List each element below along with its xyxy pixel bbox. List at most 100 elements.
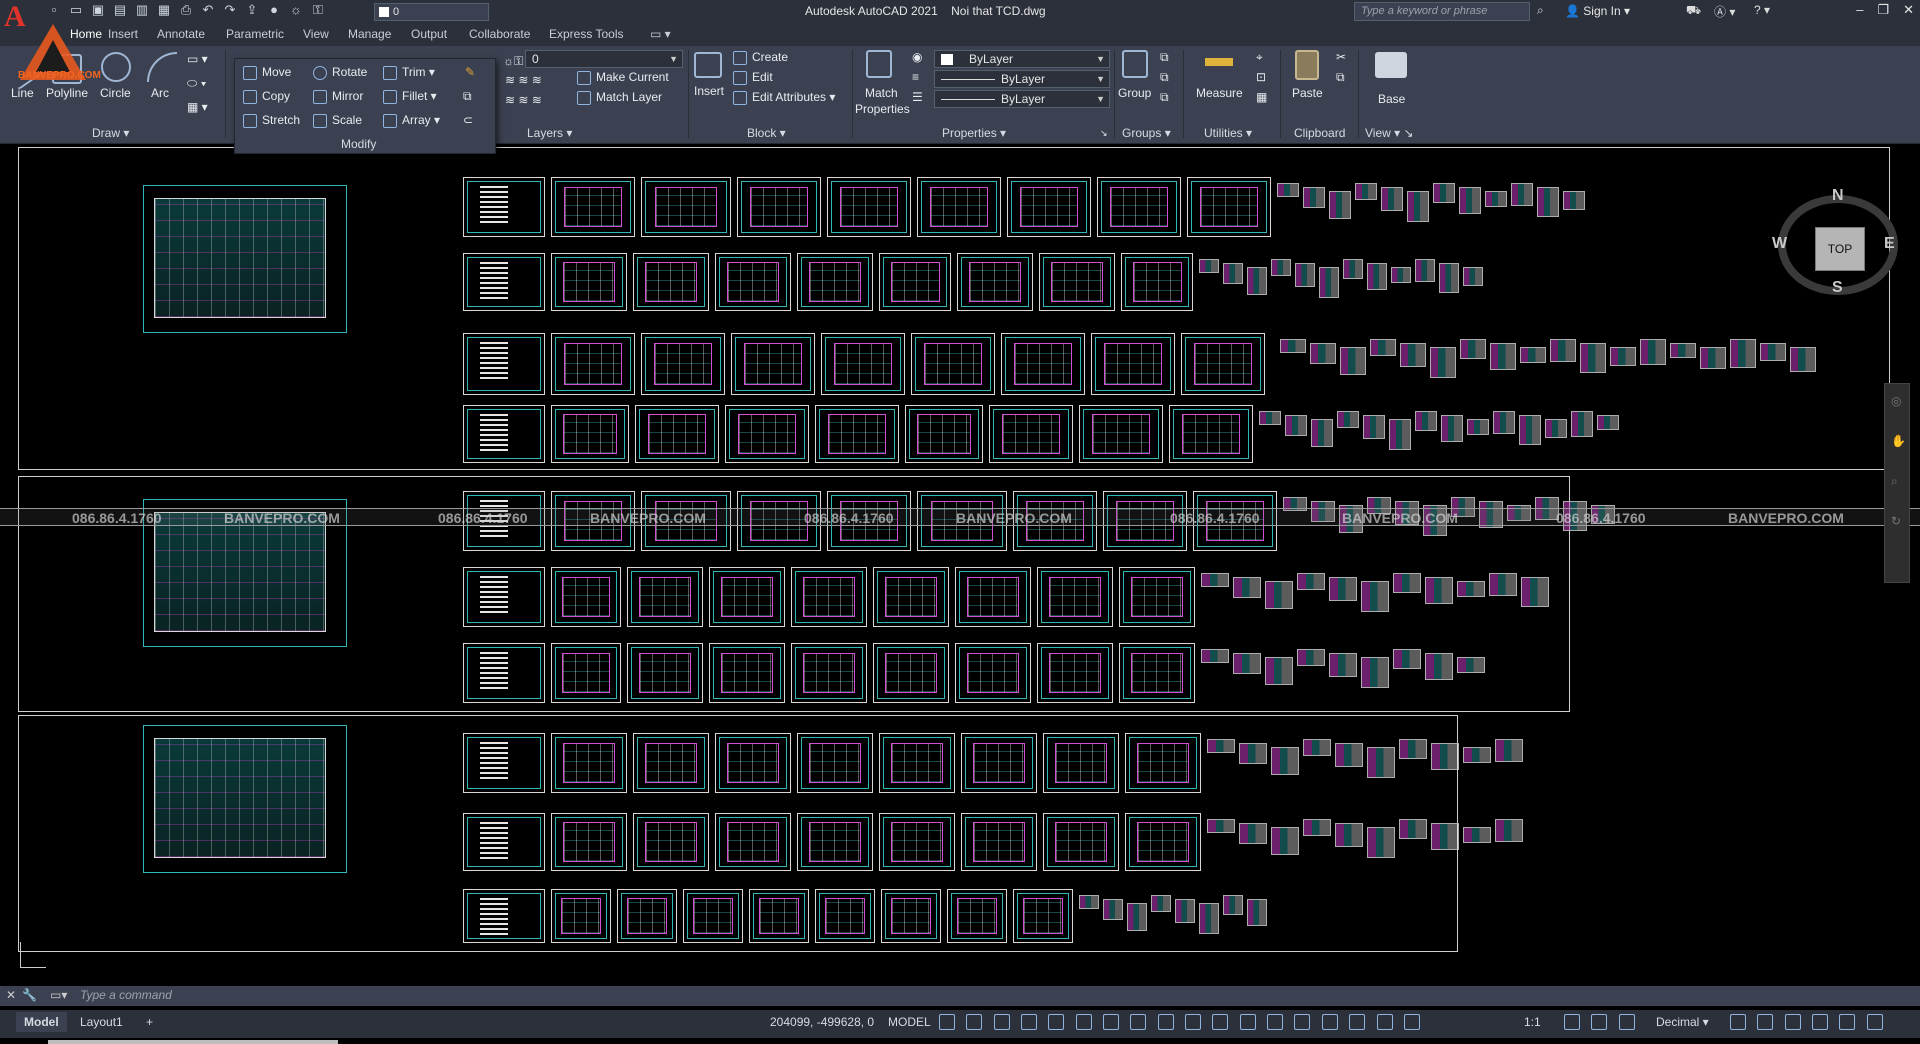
layer-quick-dropdown[interactable]: 0 [374, 3, 489, 21]
detail-thumbnail[interactable] [1259, 411, 1281, 425]
detail-thumbnail[interactable] [1303, 187, 1325, 208]
detail-thumbnail[interactable] [1425, 577, 1453, 604]
add-layout-button[interactable]: + [138, 1012, 161, 1032]
drawing-sheet-thumbnail[interactable] [709, 567, 785, 627]
properties-panel-label[interactable]: Properties ▾ [942, 126, 1006, 140]
drawing-sheet-thumbnail[interactable] [1037, 643, 1113, 703]
drawing-sheet-thumbnail[interactable] [1043, 813, 1119, 871]
detail-thumbnail[interactable] [1295, 263, 1315, 287]
save-web-icon[interactable]: ▦ [156, 2, 172, 18]
edit-block-button[interactable]: Edit [733, 70, 773, 85]
detail-thumbnail[interactable] [1223, 263, 1243, 284]
detail-thumbnail[interactable] [1490, 343, 1516, 370]
detail-thumbnail[interactable] [1079, 895, 1099, 909]
mirror-button[interactable]: Mirror [313, 89, 363, 104]
detail-thumbnail[interactable] [1415, 411, 1437, 431]
detail-thumbnail[interactable] [1430, 347, 1456, 378]
drawing-sheet-thumbnail[interactable] [1125, 813, 1201, 871]
make-current-button[interactable]: Make Current [577, 70, 669, 85]
group-icon[interactable] [1122, 50, 1148, 78]
annotation-scale[interactable]: 1:1 [1516, 1012, 1549, 1032]
units-dropdown[interactable]: Decimal ▾ [1648, 1012, 1717, 1032]
detail-thumbnail[interactable] [1519, 415, 1541, 445]
title-sheet-thumbnail[interactable] [463, 643, 545, 703]
detail-thumbnail[interactable] [1457, 581, 1485, 597]
detail-thumbnail[interactable] [1610, 347, 1636, 366]
detail-thumbnail[interactable] [1521, 577, 1549, 607]
autodesk-app-icon[interactable]: Ⓐ ▾ [1714, 3, 1735, 20]
help-icon[interactable]: ? ▾ [1754, 3, 1770, 17]
pan-icon[interactable]: ✋ [1891, 434, 1906, 448]
detail-thumbnail[interactable] [1207, 739, 1235, 753]
detail-thumbnail[interactable] [1463, 267, 1483, 286]
lineweight-icon[interactable]: ☰ [912, 90, 923, 104]
detail-thumbnail[interactable] [1700, 347, 1726, 369]
detail-thumbnail[interactable] [1545, 419, 1567, 438]
array-button[interactable]: Array ▾ [383, 113, 440, 128]
selection-filter-icon[interactable] [1321, 1014, 1338, 1030]
tab-model[interactable]: Model [16, 1012, 67, 1032]
detail-thumbnail[interactable] [1790, 347, 1816, 372]
detail-thumbnail[interactable] [1280, 339, 1306, 353]
detail-thumbnail[interactable] [1370, 339, 1396, 356]
graphics-performance-icon[interactable] [1812, 1014, 1829, 1030]
detail-thumbnail[interactable] [1520, 347, 1546, 363]
detail-thumbnail[interactable] [1265, 657, 1293, 685]
close-icon[interactable]: ✕ [1903, 2, 1914, 18]
drawing-sheet-thumbnail[interactable] [641, 177, 731, 237]
detail-thumbnail[interactable] [1271, 747, 1299, 775]
drawing-sheet-thumbnail[interactable] [551, 405, 629, 463]
compass-east[interactable]: E [1884, 235, 1895, 253]
title-sheet-thumbnail[interactable] [463, 253, 545, 311]
drawing-sheet-thumbnail[interactable] [715, 733, 791, 793]
clipboard-panel-label[interactable]: Clipboard [1294, 126, 1345, 140]
redo-icon[interactable]: ↷ [222, 2, 238, 18]
ellipse-icon[interactable]: ⬭ ▾ [187, 76, 206, 91]
search-icon[interactable]: ⌕ [1537, 3, 1544, 18]
object-snap-tracking-icon[interactable] [1130, 1014, 1147, 1030]
viewcube-top-face[interactable]: TOP [1815, 227, 1865, 271]
detail-thumbnail[interactable] [1537, 187, 1559, 217]
lineweight-dropdown[interactable]: ByLayer ▼ [934, 90, 1110, 108]
detail-thumbnail[interactable] [1459, 187, 1481, 214]
detail-thumbnail[interactable] [1233, 653, 1261, 674]
drawing-sheet-thumbnail[interactable] [957, 253, 1033, 311]
rectangle-icon[interactable]: ▭ ▾ [187, 52, 208, 66]
customize-icon[interactable]: 🔧 [22, 988, 37, 1002]
detail-thumbnail[interactable] [1597, 415, 1619, 430]
close-command-icon[interactable]: ✕ [6, 988, 16, 1002]
gizmo-icon[interactable] [1349, 1014, 1366, 1030]
drawing-sheet-thumbnail[interactable] [911, 333, 995, 395]
detail-thumbnail[interactable] [1335, 743, 1363, 767]
groups-panel-label[interactable]: Groups ▾ [1122, 126, 1171, 140]
drawing-sheet-thumbnail[interactable] [633, 253, 709, 311]
draw-panel-label[interactable]: Draw ▾ [92, 126, 129, 140]
detail-thumbnail[interactable] [1495, 819, 1523, 842]
layer-sun-icon[interactable]: ☼ [288, 2, 304, 18]
floor-plan-1[interactable] [143, 185, 347, 333]
detail-thumbnail[interactable] [1335, 823, 1363, 847]
detail-thumbnail[interactable] [1329, 191, 1351, 219]
detail-thumbnail[interactable] [1199, 903, 1219, 934]
detail-thumbnail[interactable] [1247, 899, 1267, 926]
new-file-icon[interactable]: ▫ [46, 2, 62, 18]
help-search-input[interactable]: Type a keyword or phrase [1354, 2, 1530, 21]
detail-thumbnail[interactable] [1310, 343, 1336, 364]
drawing-sheet-thumbnail[interactable] [879, 253, 951, 311]
calculator-icon[interactable]: ▦ [1256, 90, 1267, 104]
drawing-sheet-thumbnail[interactable] [633, 813, 709, 871]
title-sheet-thumbnail[interactable] [463, 567, 545, 627]
detail-thumbnail[interactable] [1201, 573, 1229, 587]
detail-thumbnail[interactable] [1439, 263, 1459, 293]
drawing-sheet-thumbnail[interactable] [731, 333, 815, 395]
detail-thumbnail[interactable] [1233, 577, 1261, 598]
viewcube[interactable]: TOP N S E W [1772, 187, 1898, 299]
selection-cycling-icon[interactable] [1239, 1014, 1256, 1030]
compass-north[interactable]: N [1832, 187, 1844, 205]
offset-icon[interactable]: ⊂ [463, 113, 473, 127]
drawing-sheet-thumbnail[interactable] [725, 405, 809, 463]
drawing-sheet-thumbnail[interactable] [1187, 177, 1271, 237]
drawing-sheet-thumbnail[interactable] [1091, 333, 1175, 395]
detail-thumbnail[interactable] [1431, 743, 1459, 770]
detail-thumbnail[interactable] [1563, 191, 1585, 210]
